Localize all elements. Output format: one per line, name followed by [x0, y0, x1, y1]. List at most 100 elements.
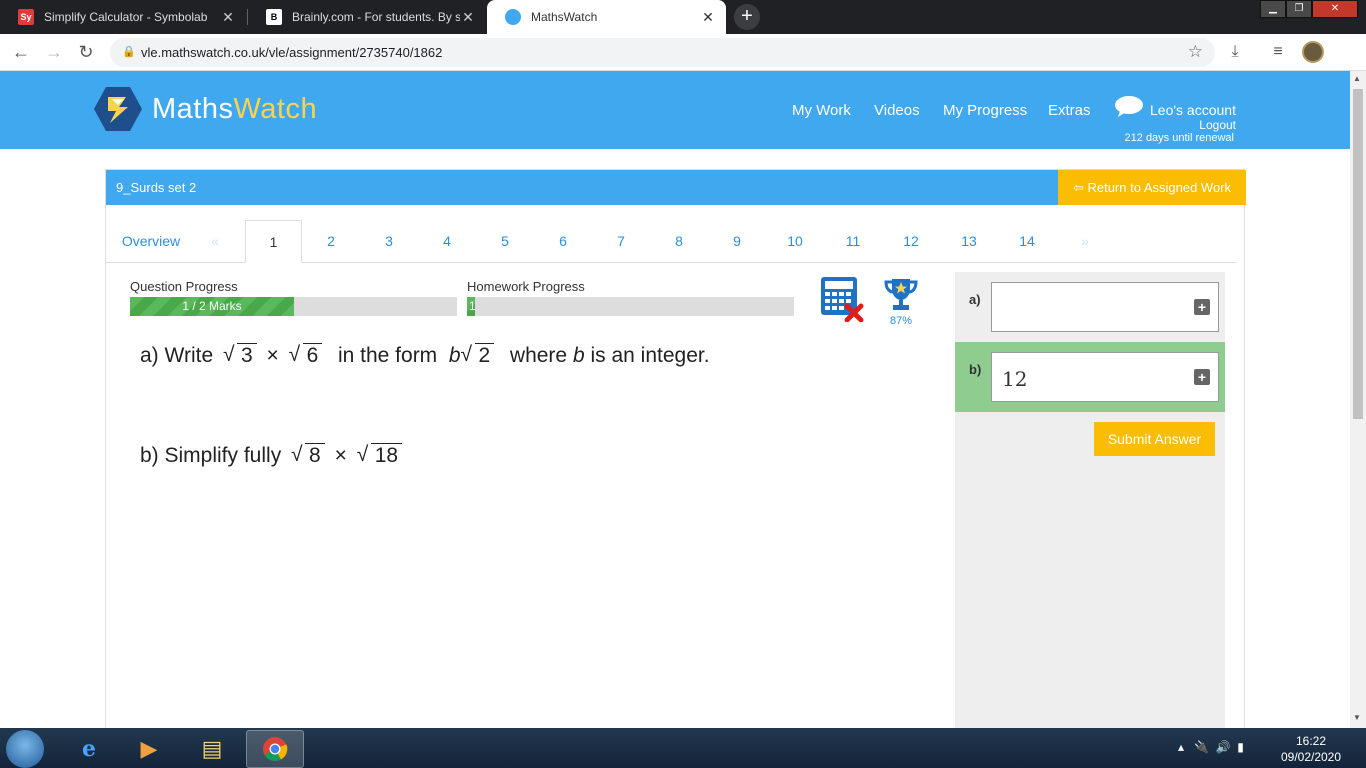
- qb-prefix: b) Simplify fully: [140, 444, 282, 467]
- tab-question-7[interactable]: 7: [601, 220, 641, 263]
- homework-progress-bar: 1: [467, 297, 794, 316]
- mathswatch-favicon-icon: [505, 9, 521, 25]
- chrome-taskbar-button[interactable]: [246, 730, 304, 768]
- question-part-b: b) Simplify fully 8 × 18: [140, 443, 406, 468]
- sqrt-3: 3: [223, 343, 257, 368]
- system-tray: ▴ 🔌 🔊 ▮: [1178, 740, 1244, 754]
- power-icon[interactable]: 🔌: [1194, 740, 1209, 754]
- bookmark-star-icon[interactable]: ☆: [1188, 42, 1203, 62]
- question-part-a: a) Write 3 × 6 in the form b2 where b is…: [140, 343, 710, 368]
- windows-taskbar: e ▶ ▤ ▴ 🔌 🔊 ▮ 16:22 09/02/2020: [0, 728, 1366, 768]
- chat-bubble-icon[interactable]: [1114, 95, 1144, 117]
- nav-videos[interactable]: Videos: [874, 102, 920, 119]
- tab-question-13[interactable]: 13: [949, 220, 989, 263]
- arrow-left-icon: ⇦: [1072, 180, 1088, 195]
- volume-icon[interactable]: 🔊: [1216, 740, 1231, 754]
- answer-input-a[interactable]: +: [991, 282, 1219, 332]
- times-symbol: ×: [266, 344, 279, 367]
- scroll-up-icon[interactable]: ▲: [1353, 74, 1361, 83]
- site-header: MathsWatch My Work Videos My Progress Ex…: [0, 71, 1350, 149]
- close-tab-icon[interactable]: ✕: [460, 9, 476, 26]
- forward-arrow-icon[interactable]: →: [42, 40, 66, 64]
- tab-title: Simplify Calculator - Symbolab: [44, 10, 208, 24]
- taskbar-clock[interactable]: 16:22 09/02/2020: [1276, 733, 1346, 765]
- scroll-down-icon[interactable]: ▼: [1353, 713, 1361, 722]
- browser-tab-mathswatch[interactable]: MathsWatch ✕: [487, 0, 726, 34]
- tab-question-11[interactable]: 11: [833, 220, 873, 263]
- download-icon[interactable]: ⤓: [1225, 42, 1245, 62]
- profile-avatar[interactable]: [1302, 41, 1324, 63]
- return-label: Return to Assigned Work: [1087, 180, 1232, 195]
- homework-progress-text: 1: [469, 299, 476, 313]
- address-bar[interactable]: 🔒 vle.mathswatch.co.uk/vle/assignment/27…: [110, 38, 1215, 67]
- tab-question-6[interactable]: 6: [543, 220, 583, 263]
- qa-mid: in the form: [337, 344, 438, 367]
- back-arrow-icon[interactable]: ←: [9, 40, 33, 64]
- account-link[interactable]: Leo's account: [1150, 102, 1236, 118]
- symbolab-favicon-icon: Sy: [18, 9, 34, 25]
- question-progress-bar: 1 / 2 Marks: [130, 297, 457, 316]
- maximize-icon[interactable]: ❐: [1286, 0, 1312, 18]
- sqrt-8: 8: [291, 443, 325, 468]
- logo-watch: Watch: [233, 93, 318, 125]
- start-button[interactable]: [6, 730, 44, 768]
- tab-question-14[interactable]: 14: [1007, 220, 1047, 263]
- nav-my-work[interactable]: My Work: [792, 102, 851, 119]
- answer-input-b[interactable]: 12 +: [991, 352, 1219, 402]
- close-tab-icon[interactable]: ✕: [700, 9, 716, 26]
- radicand: 6: [302, 343, 323, 367]
- tab-question-12[interactable]: 12: [891, 220, 931, 263]
- sqrt-18: 18: [357, 443, 403, 468]
- file-explorer-icon[interactable]: ▤: [183, 730, 241, 768]
- browser-tab-brainly[interactable]: B Brainly.com - For students. By stu ✕: [248, 0, 486, 34]
- tab-question-10[interactable]: 10: [775, 220, 815, 263]
- tab-question-4[interactable]: 4: [427, 220, 467, 263]
- browser-toolbar: ← → ↻ 🔒 vle.mathswatch.co.uk/vle/assignm…: [0, 34, 1366, 71]
- assignment-card: 9_Surds set 2 ⇦ Return to Assigned Work …: [105, 169, 1246, 728]
- tab-question-2[interactable]: 2: [311, 220, 351, 263]
- tab-question-1[interactable]: 1: [245, 220, 302, 263]
- nav-extras[interactable]: Extras: [1048, 102, 1091, 119]
- media-control-icon[interactable]: ≡: [1268, 42, 1288, 62]
- tab-prev-icon[interactable]: «: [201, 220, 229, 263]
- reload-icon[interactable]: ↻: [74, 40, 98, 64]
- new-tab-button[interactable]: +: [734, 4, 760, 30]
- minimize-icon[interactable]: ▁: [1260, 0, 1286, 18]
- tab-question-9[interactable]: 9: [717, 220, 757, 263]
- network-icon[interactable]: ▮: [1237, 740, 1244, 754]
- logout-link[interactable]: Logout: [1199, 118, 1236, 132]
- homework-progress-label: Homework Progress: [467, 279, 585, 294]
- return-to-assigned-work-button[interactable]: ⇦ Return to Assigned Work: [1058, 170, 1246, 205]
- trophy-icon: [884, 279, 918, 310]
- tab-question-3[interactable]: 3: [369, 220, 409, 263]
- nav-my-progress[interactable]: My Progress: [943, 102, 1027, 119]
- tab-question-8[interactable]: 8: [659, 220, 699, 263]
- answer-panel: a) + b) 12 + Submit Answer: [955, 272, 1225, 728]
- browser-tab-symbolab[interactable]: Sy Simplify Calculator - Symbolab ✕: [0, 0, 246, 34]
- window-close-icon[interactable]: ✕: [1312, 0, 1358, 18]
- browser-tab-bar: Sy Simplify Calculator - Symbolab ✕ B Br…: [0, 0, 1366, 34]
- qa-where: where: [509, 344, 568, 367]
- plus-icon[interactable]: +: [1194, 299, 1210, 315]
- media-player-icon[interactable]: ▶: [120, 730, 178, 768]
- radicand: 18: [370, 443, 403, 467]
- tab-question-5[interactable]: 5: [485, 220, 525, 263]
- scrollbar-thumb[interactable]: [1353, 89, 1363, 419]
- plus-icon[interactable]: +: [1194, 369, 1210, 385]
- chrome-icon: [263, 737, 288, 762]
- page-scrollbar[interactable]: ▲ ▼: [1350, 71, 1366, 728]
- brainly-favicon-icon: B: [266, 9, 282, 25]
- internet-explorer-icon[interactable]: e: [60, 730, 118, 768]
- question-progress-label: Question Progress: [130, 279, 238, 294]
- tab-next-icon[interactable]: »: [1071, 220, 1099, 263]
- submit-answer-button[interactable]: Submit Answer: [1094, 422, 1215, 456]
- tab-overview[interactable]: Overview: [106, 220, 196, 263]
- close-tab-icon[interactable]: ✕: [220, 9, 236, 26]
- site-logo-text[interactable]: MathsWatch: [152, 93, 317, 126]
- mathswatch-logo-icon[interactable]: [92, 85, 144, 133]
- tray-expand-icon[interactable]: ▴: [1178, 740, 1184, 754]
- question-tabs: Overview « 1 2 3 4 5 6 7 8 9 10 11 12 13…: [106, 220, 1236, 263]
- answer-value-b: 12: [1002, 367, 1028, 391]
- lock-icon: 🔒: [122, 46, 136, 58]
- assignment-title: 9_Surds set 2: [116, 180, 197, 195]
